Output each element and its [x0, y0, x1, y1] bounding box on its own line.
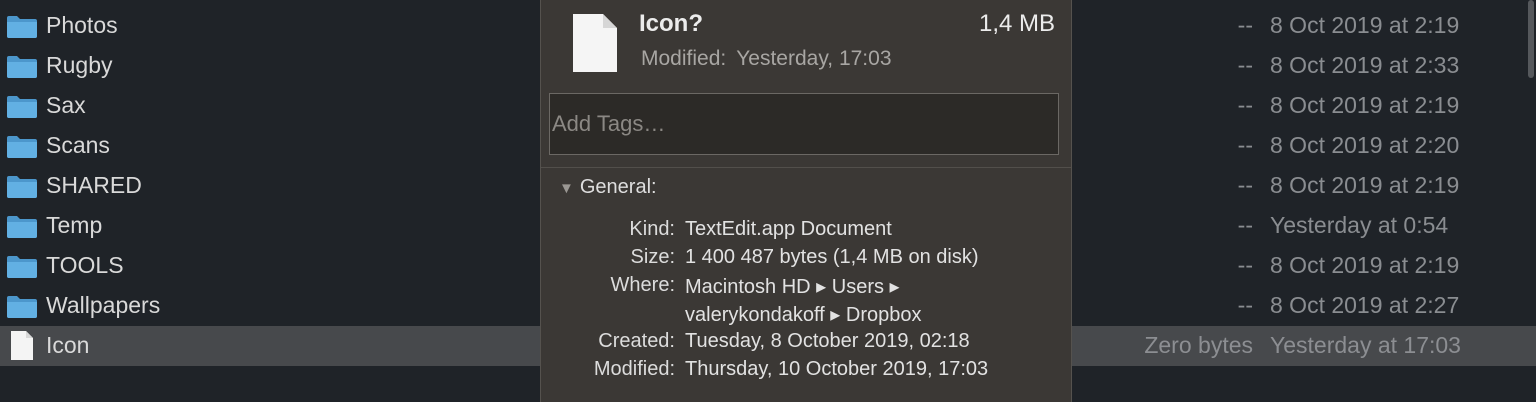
- file-date: 8 Oct 2019 at 2:19: [1270, 92, 1460, 118]
- property-key: Where:: [610, 274, 675, 296]
- file-size: --: [1237, 212, 1253, 238]
- file-name: Scans: [46, 132, 110, 158]
- info-file-size: 1,4 MB: [978, 10, 1055, 37]
- file-name: Icon: [46, 332, 90, 358]
- folder-icon: [7, 96, 37, 118]
- info-modified: Modified: Yesterday, 17:03: [641, 47, 892, 71]
- add-tags-input[interactable]: [549, 93, 1059, 155]
- folder-icon: [7, 16, 37, 38]
- file-date: 8 Oct 2019 at 2:19: [1270, 172, 1460, 198]
- document-icon: [573, 14, 617, 72]
- file-date: 8 Oct 2019 at 2:19: [1270, 12, 1460, 38]
- file-name: Rugby: [46, 52, 113, 78]
- divider: [541, 167, 1071, 168]
- file-size: --: [1237, 92, 1253, 118]
- property-value: Thursday, 10 October 2019, 17:03: [685, 358, 989, 380]
- file-date: 8 Oct 2019 at 2:27: [1270, 292, 1460, 318]
- property-key: Size:: [630, 246, 675, 268]
- file-name: Wallpapers: [46, 292, 161, 318]
- folder-icon: [7, 176, 37, 198]
- property-key: Kind:: [629, 218, 675, 240]
- property-value: valerykondakoff ▸ Dropbox: [685, 304, 922, 326]
- file-size: --: [1237, 132, 1253, 158]
- property-value: Macintosh HD ▸ Users ▸: [685, 276, 900, 298]
- file-size: --: [1237, 292, 1253, 318]
- property-value: TextEdit.app Document: [685, 218, 892, 240]
- property-value: 1 400 487 bytes (1,4 MB on disk): [685, 246, 979, 268]
- disclosure-triangle-icon: ▼: [559, 180, 574, 197]
- folder-icon: [7, 216, 37, 238]
- property-key: Created:: [598, 330, 675, 352]
- info-title: Icon?: [639, 10, 703, 37]
- file-size: --: [1237, 172, 1253, 198]
- info-modified-label: Modified:: [641, 47, 727, 70]
- file-name: SHARED: [46, 172, 142, 198]
- folder-icon: [7, 256, 37, 278]
- folder-icon: [7, 296, 37, 318]
- file-date: 8 Oct 2019 at 2:33: [1270, 52, 1460, 78]
- file-name: Photos: [46, 12, 118, 38]
- file-size: --: [1237, 12, 1253, 38]
- file-date: 8 Oct 2019 at 2:20: [1270, 132, 1460, 158]
- file-name: TOOLS: [46, 252, 124, 278]
- file-name: Temp: [46, 212, 103, 238]
- general-section-toggle[interactable]: ▼ General:: [559, 176, 657, 199]
- folder-icon: [7, 56, 37, 78]
- get-info-panel: Icon? 1,4 MB Modified: Yesterday, 17:03 ▼…: [540, 0, 1072, 402]
- info-modified-value: Yesterday, 17:03: [736, 47, 892, 70]
- document-icon: [11, 331, 33, 360]
- folder-icon: [7, 136, 37, 158]
- file-date: Yesterday at 17:03: [1270, 332, 1461, 358]
- file-size: --: [1237, 52, 1253, 78]
- property-key: Modified:: [593, 358, 675, 380]
- file-size: Zero bytes: [1144, 332, 1253, 358]
- file-name: Sax: [46, 92, 86, 118]
- general-section-label: General:: [579, 176, 657, 198]
- file-date: Yesterday at 0:54: [1270, 212, 1449, 238]
- property-value: Tuesday, 8 October 2019, 02:18: [685, 330, 970, 352]
- file-date: 8 Oct 2019 at 2:19: [1270, 252, 1460, 278]
- scrollbar-thumb[interactable]: [1528, 0, 1534, 78]
- file-size: --: [1237, 252, 1253, 278]
